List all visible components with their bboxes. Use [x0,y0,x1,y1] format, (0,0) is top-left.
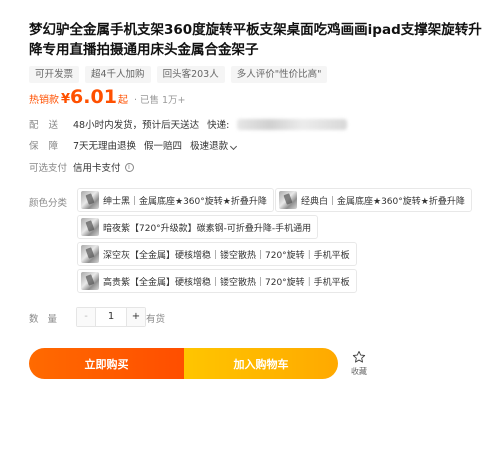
tag-invoice: 可开发票 [29,66,80,83]
sku-thumbnail [81,245,99,263]
sku-thumbnail [81,218,99,236]
express-label: 快递: [207,120,230,131]
sku-label: 高贵紫【全金属】硬核增稳｜镂空散热｜720°旋转｜手机平板 [103,277,350,288]
chevron-down-icon [230,142,238,151]
sku-option-space-gray[interactable]: 深空灰【全金属】硬核增稳｜镂空散热｜720°旋转｜手机平板 [77,242,357,266]
guarantee-refund-label: 极速退款 [190,141,229,152]
shipping-label: 配送 [29,120,69,131]
sku-label: 绅士黑｜金属底座★360°旋转★折叠升降 [103,196,267,207]
buy-now-button[interactable]: 立即购买 [29,348,184,379]
guarantee-refund-dropdown[interactable]: 极速退款 [190,138,238,152]
sku-thumbnail [81,272,99,290]
favorite-label: 收藏 [351,367,367,376]
quantity-stepper: - 1 + [76,307,146,327]
sku-thumbnail [279,191,297,209]
shipping-row: 配送 48小时内发货，预计后天送达 快递: [29,115,348,133]
price-label: 热销款 [29,95,59,106]
guarantee-label: 保障 [29,141,69,152]
guarantee-row: 保障 7天无理由退换 假一赔四 极速退款 [29,136,238,154]
payment-label: 可选支付 [29,163,68,174]
color-label: 颜色分类 [29,198,68,209]
sku-option-noble-purple[interactable]: 高贵紫【全金属】硬核增稳｜镂空散热｜720°旋转｜手机平板 [77,269,357,293]
guarantee-genuine: 假一赔四 [144,141,183,152]
product-title: 梦幻驴全金属手机支架360度旋转平板支架桌面吃鸡画画ipad支撑架旋转升降专用直… [29,22,482,58]
sold-count: · 已售 1万+ [133,95,186,106]
sku-thumbnail [81,191,99,209]
tag-repeat-customers: 回头客203人 [156,66,225,83]
quantity-minus-button[interactable]: - [77,308,96,326]
product-tags: 可开发票 超4千人加购 回头客203人 多人评价"性价比高" [29,66,328,83]
payment-text: 信用卡支付 [73,163,121,174]
shipping-text: 48小时内发货，预计后天送达 [73,120,200,131]
tag-cart-count: 超4千人加购 [85,66,151,83]
blurred-address [237,118,348,130]
guarantee-return: 7天无理由退换 [73,141,137,152]
payment-row: 可选支付 信用卡支付 i [29,158,134,176]
price-row: 热销款 ¥ 6.01 起 · 已售 1万+ [29,86,186,112]
sku-option-dark-purple[interactable]: 暗夜紫【720°升级款】碳素钢-可折叠升降-手机通用 [77,215,319,239]
quantity-plus-button[interactable]: + [126,308,145,326]
quantity-input[interactable]: 1 [96,308,126,326]
sku-option-white[interactable]: 经典白｜金属底座★360°旋转★折叠升降 [275,188,472,212]
price-currency: ¥ [61,92,71,107]
favorite-button[interactable]: 收藏 [347,350,371,377]
sku-label: 深空灰【全金属】硬核增稳｜镂空散热｜720°旋转｜手机平板 [103,250,350,261]
sku-option-black[interactable]: 绅士黑｜金属底座★360°旋转★折叠升降 [77,188,274,212]
info-icon[interactable]: i [124,162,134,172]
star-icon [352,350,366,363]
price-suffix: 起 [117,95,128,106]
add-to-cart-button[interactable]: 加入购物车 [184,348,338,379]
stock-status: 有货 [146,314,166,325]
tag-review: 多人评价"性价比高" [230,66,328,83]
sku-label: 暗夜紫【720°升级款】碳素钢-可折叠升降-手机通用 [103,223,312,234]
sku-label: 经典白｜金属底座★360°旋转★折叠升降 [301,196,465,207]
quantity-label: 数量 [29,314,67,325]
price-value: 6.01 [70,86,117,108]
